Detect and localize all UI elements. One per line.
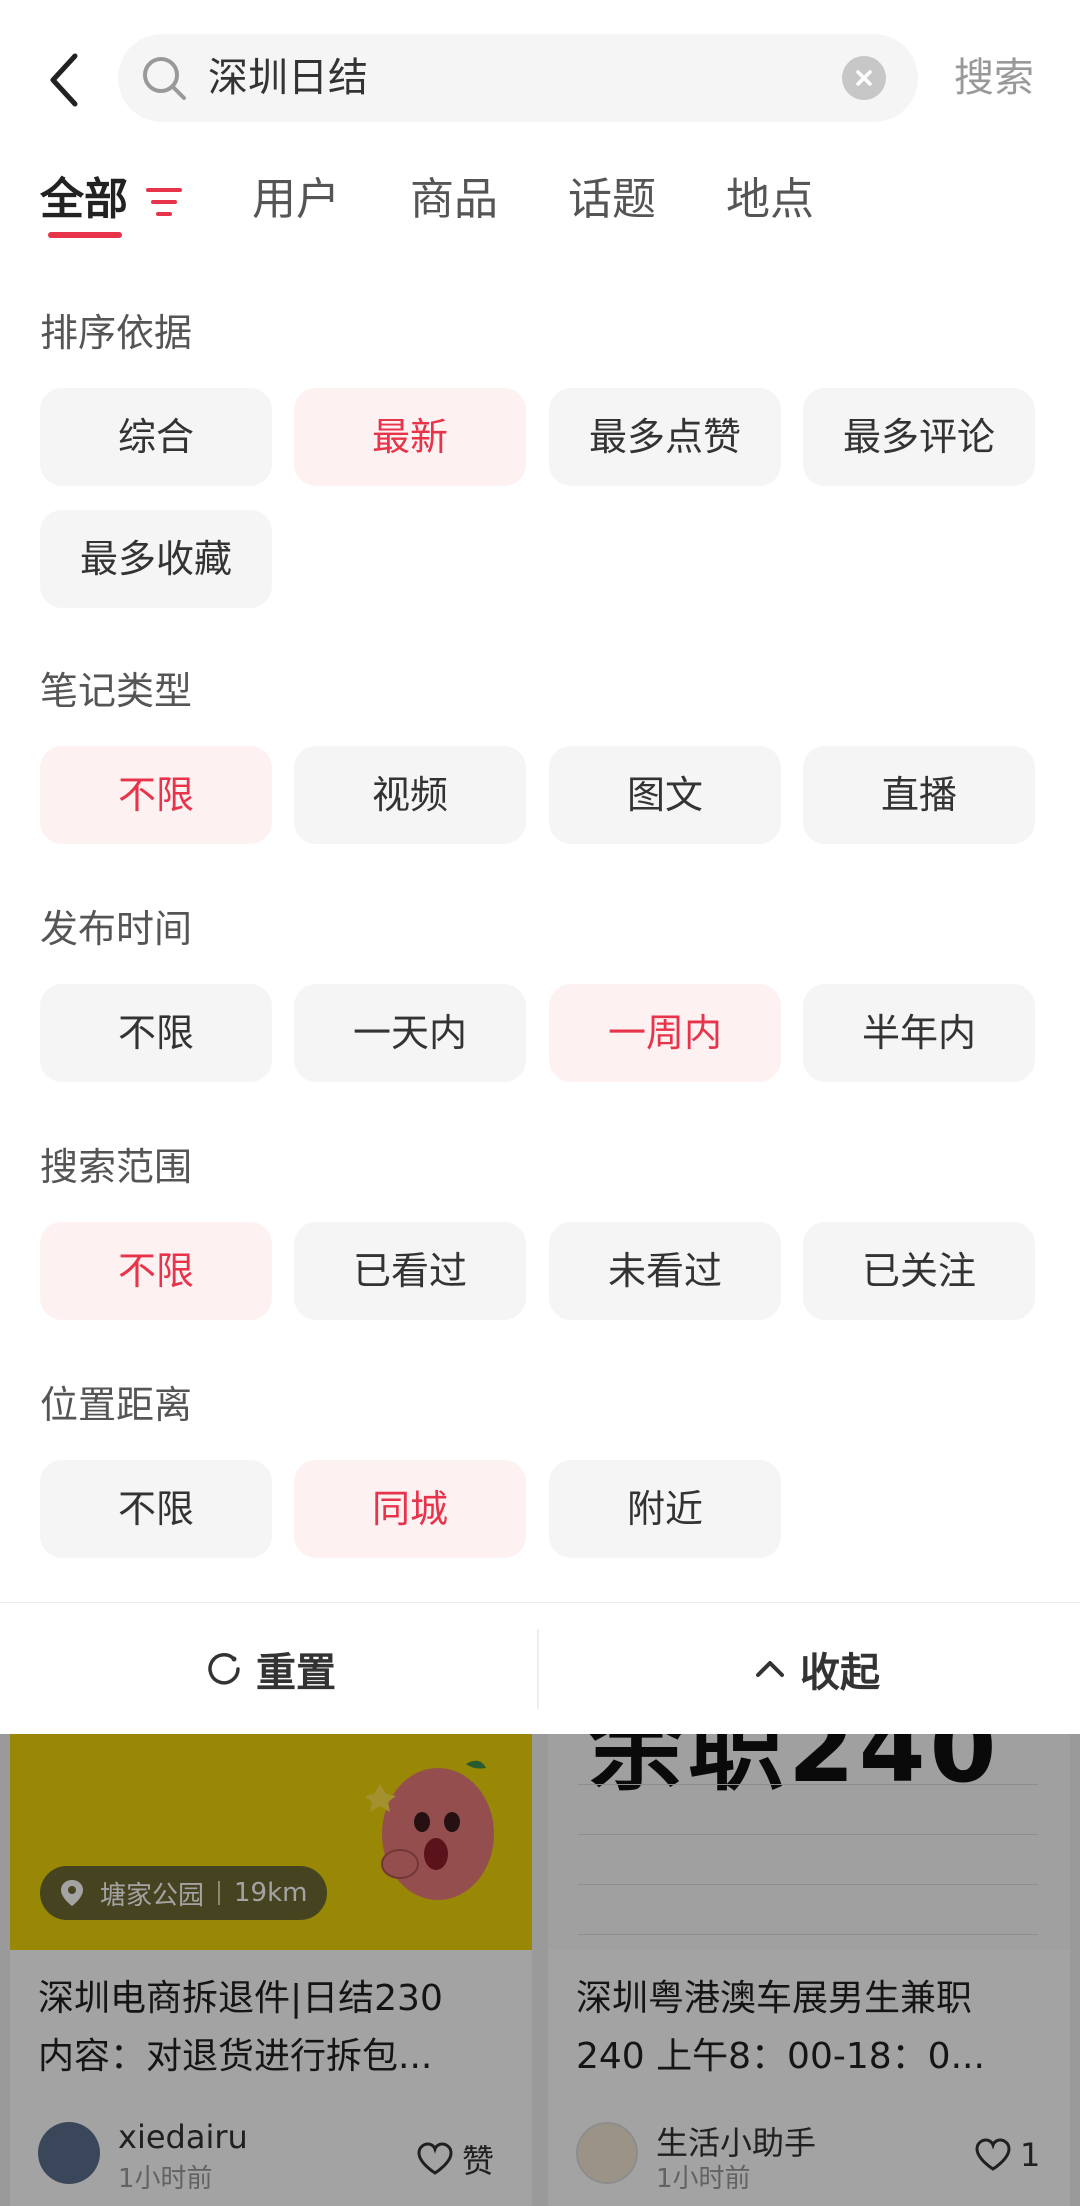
filter-icon[interactable] (144, 182, 184, 222)
chevron-up-icon (756, 1661, 784, 1677)
search-input[interactable]: 深圳日结 (118, 34, 918, 122)
filter-action-bar: 重置 收起 (0, 1602, 1080, 1734)
sort-option-most-comments[interactable]: 最多评论 (803, 388, 1035, 486)
active-tab-indicator (48, 232, 122, 238)
close-icon (856, 70, 872, 86)
publish-time-one-day[interactable]: 一天内 (294, 984, 526, 1082)
publish-time-section-title: 发布时间 (40, 907, 193, 951)
collapse-label: 收起 (800, 1650, 880, 1696)
sort-section-title: 排序依据 (40, 311, 193, 355)
scope-any[interactable]: 不限 (40, 1222, 272, 1320)
note-type-any[interactable]: 不限 (40, 746, 272, 844)
publish-time-half-year[interactable]: 半年内 (803, 984, 1035, 1082)
tab-products[interactable]: 商品 (410, 160, 498, 240)
result-tabs: 全部 用户 商品 话题 地点 (0, 160, 1080, 260)
tab-users[interactable]: 用户 (252, 160, 340, 240)
search-button[interactable]: 搜索 (954, 34, 1034, 122)
reset-button[interactable]: 重置 (204, 1603, 336, 1735)
note-type-live[interactable]: 直播 (803, 746, 1035, 844)
scope-followed[interactable]: 已关注 (803, 1222, 1035, 1320)
sort-option-newest[interactable]: 最新 (294, 388, 526, 486)
tab-all[interactable]: 全部 (40, 160, 128, 240)
note-type-section-title: 笔记类型 (40, 669, 193, 713)
tab-places[interactable]: 地点 (726, 160, 814, 240)
publish-time-any[interactable]: 不限 (40, 984, 272, 1082)
sort-option-comprehensive[interactable]: 综合 (40, 388, 272, 486)
note-type-video[interactable]: 视频 (294, 746, 526, 844)
location-any[interactable]: 不限 (40, 1460, 272, 1558)
search-query-text: 深圳日结 (208, 55, 368, 101)
overlay-mask[interactable] (0, 1734, 1080, 2206)
scope-not-viewed[interactable]: 未看过 (549, 1222, 781, 1320)
location-same-city[interactable]: 同城 (294, 1460, 526, 1558)
location-section-title: 位置距离 (40, 1383, 193, 1427)
tab-topics[interactable]: 话题 (568, 160, 656, 240)
publish-time-one-week[interactable]: 一周内 (549, 984, 781, 1082)
location-nearby[interactable]: 附近 (549, 1460, 781, 1558)
search-scope-section-title: 搜索范围 (40, 1145, 193, 1189)
note-type-image-text[interactable]: 图文 (549, 746, 781, 844)
scope-viewed[interactable]: 已看过 (294, 1222, 526, 1320)
search-icon (143, 57, 186, 100)
sort-option-most-likes[interactable]: 最多点赞 (549, 388, 781, 486)
search-header: 深圳日结 搜索 (0, 0, 1080, 160)
refresh-icon (208, 1653, 240, 1685)
chevron-left-icon (50, 53, 78, 107)
back-button[interactable] (36, 48, 92, 112)
clear-search-button[interactable] (842, 56, 886, 100)
sort-option-most-saves[interactable]: 最多收藏 (40, 510, 272, 608)
action-divider (537, 1629, 539, 1709)
reset-label: 重置 (256, 1650, 336, 1696)
collapse-button[interactable]: 收起 (752, 1603, 880, 1735)
